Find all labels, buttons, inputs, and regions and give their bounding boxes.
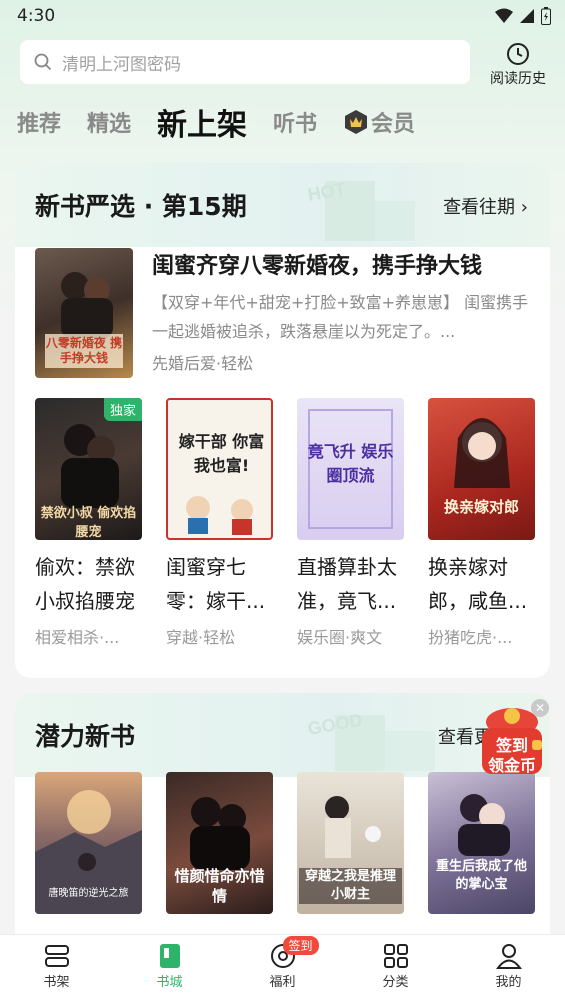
book-item[interactable]: 竟飞升 娱乐圈顶流 直播算卦太准，竟飞... 娱乐圈·爽文 <box>297 398 404 648</box>
battery-icon <box>541 7 551 25</box>
checkin-badge: 签到 <box>282 936 319 955</box>
nav-bookshelf[interactable]: 书架 <box>17 935 97 1004</box>
book-cover: 惜颜惜命亦惜情 <box>166 772 273 914</box>
book-item[interactable]: 重生后我成了他的掌心宝 <box>428 772 535 914</box>
promo-line2: 领金币 <box>487 756 536 775</box>
nav-profile[interactable]: 我的 <box>469 935 549 1004</box>
nav-category[interactable]: 分类 <box>356 935 436 1004</box>
profile-icon <box>495 944 522 969</box>
featured-book-desc: 【双穿+年代+甜宠+打脸+致富+养崽崽】 闺蜜携手一起逃婚被追杀，跌落悬崖以为死… <box>152 293 529 341</box>
bookshelf-icon <box>44 945 69 967</box>
status-bar: 4:30 <box>0 0 565 32</box>
reading-history-label: 阅读历史 <box>490 71 546 87</box>
nav-category-label: 分类 <box>382 975 409 990</box>
book-title: 闺蜜穿七零：嫁干... <box>166 555 266 613</box>
new-books-card: HOT 新书严选 · 第15期 查看往期 › 八零新婚夜 携手挣大钱 闺蜜齐穿八… <box>15 163 550 678</box>
nav-welfare[interactable]: 签到 福利 <box>243 935 323 1004</box>
nav-bookstore-label: 书城 <box>156 975 183 990</box>
cover-title: 惜颜惜命亦惜情 <box>174 867 265 905</box>
search-input[interactable]: 清明上河图密码 <box>20 40 470 84</box>
book-cover: 独家 禁欲小叔 偷欢掐腰宠 <box>35 398 142 540</box>
cover-title: 八零新婚夜 携手挣大钱 <box>45 336 123 365</box>
status-time: 4:30 <box>17 6 56 26</box>
section-title: 新书严选 · 第15期 <box>35 192 247 221</box>
vip-crown-icon <box>345 110 368 134</box>
book-tags: 穿越·轻松 <box>166 628 236 647</box>
featured-book-title: 闺蜜齐穿八零新婚夜，携手挣大钱 <box>152 254 483 279</box>
nav-bookstore[interactable]: 书城 <box>130 935 210 1004</box>
status-icons <box>495 7 551 25</box>
clock-icon <box>507 43 529 65</box>
book-cover: 重生后我成了他的掌心宝 <box>428 772 535 914</box>
category-icon <box>383 944 408 968</box>
bookstore-icon <box>159 944 180 968</box>
view-past-label: 查看往期 <box>443 197 516 218</box>
card-header: GOOD 潜力新书 查看更多 <box>15 693 550 777</box>
view-past-issues-link[interactable]: 查看往期 › <box>443 193 528 219</box>
book-item[interactable]: 穿越之我是推理小财主 <box>297 772 404 914</box>
good-building-decoration: GOOD <box>306 710 435 771</box>
book-grid: 唐晚笛的逆光之旅 惜颜惜命亦惜情 穿越之我是推理小财主 重生后我成了他的掌心宝 <box>35 772 535 914</box>
close-icon: ✕ <box>534 701 546 715</box>
signal-icon <box>520 9 534 23</box>
book-tags: 扮猪吃虎·... <box>428 628 513 647</box>
nav-welfare-label: 福利 <box>269 975 296 990</box>
cover-title: 重生后我成了他的掌心宝 <box>435 859 527 892</box>
book-cover: 嫁干部 你富我也富! <box>166 398 273 540</box>
wifi-icon <box>495 8 513 23</box>
book-tags: 娱乐圈·爽文 <box>297 628 383 647</box>
cover-title: 禁欲小叔 偷欢掐腰宠 <box>40 506 137 540</box>
tab-vip-label: 会员 <box>371 112 416 137</box>
book-item[interactable]: 换亲嫁对郎 换亲嫁对郎，咸鱼... 扮猪吃虎·... <box>428 398 535 648</box>
chevron-right-icon: › <box>520 197 528 218</box>
search-placeholder: 清明上河图密码 <box>62 54 181 75</box>
cover-title: 换亲嫁对郎 <box>443 498 519 516</box>
book-title: 偷欢：禁欲小叔掐腰宠 <box>35 555 135 613</box>
book-item[interactable]: 唐晚笛的逆光之旅 <box>35 772 142 914</box>
featured-book[interactable]: 八零新婚夜 携手挣大钱 闺蜜齐穿八零新婚夜，携手挣大钱 【双穿+年代+甜宠+打脸… <box>35 248 535 378</box>
nav-bookshelf-label: 书架 <box>43 975 70 990</box>
promo-text: 签到 领金币 <box>480 736 544 776</box>
potential-books-card: GOOD 潜力新书 查看更多 唐晚笛的逆光之旅 惜颜惜命亦惜情 穿越之我是推理小… <box>15 693 550 953</box>
book-title: 换亲嫁对郎，咸鱼... <box>428 555 528 613</box>
close-promo-button[interactable]: ✕ <box>531 699 549 717</box>
book-cover: 穿越之我是推理小财主 <box>297 772 404 914</box>
hot-building-decoration: HOT <box>306 179 415 241</box>
card-header: HOT 新书严选 · 第15期 查看往期 › <box>15 163 550 247</box>
search-icon <box>34 53 52 71</box>
book-item[interactable]: 惜颜惜命亦惜情 <box>166 772 273 914</box>
tab-selected[interactable]: 精选 <box>87 106 131 138</box>
tab-new-arrivals[interactable]: 新上架 <box>157 100 247 144</box>
book-item[interactable]: 嫁干部 你富我也富! 闺蜜穿七零：嫁干... 穿越·轻松 <box>166 398 273 648</box>
book-title: 直播算卦太准，竟飞... <box>297 555 397 613</box>
tab-recommend[interactable]: 推荐 <box>17 106 61 138</box>
book-cover: 换亲嫁对郎 <box>428 398 535 540</box>
reading-history-button[interactable]: 阅读历史 <box>482 42 554 88</box>
book-item[interactable]: 独家 禁欲小叔 偷欢掐腰宠 偷欢：禁欲小叔掐腰宠 相爱相杀·... <box>35 398 142 648</box>
book-tags: 相爱相杀·... <box>35 628 120 647</box>
tab-vip[interactable]: 会员 <box>343 106 415 138</box>
cover-title: 穿越之我是推理小财主 <box>299 868 402 904</box>
book-cover: 竟飞升 娱乐圈顶流 <box>297 398 404 540</box>
book-grid: 独家 禁欲小叔 偷欢掐腰宠 偷欢：禁欲小叔掐腰宠 相爱相杀·... 嫁干部 你富… <box>35 398 535 648</box>
bottom-nav: 书架 书城 签到 福利 分类 我的 <box>0 934 565 1004</box>
book-cover: 八零新婚夜 携手挣大钱 <box>35 248 133 378</box>
exclusive-badge: 独家 <box>103 398 142 421</box>
book-cover: 唐晚笛的逆光之旅 <box>35 772 142 914</box>
nav-profile-label: 我的 <box>495 975 522 990</box>
cover-title: 嫁干部 你富我也富! <box>178 432 265 475</box>
top-tabs: 推荐 精选 新上架 听书 会员 <box>17 100 415 144</box>
cover-title: 竟飞升 娱乐圈顶流 <box>307 442 394 485</box>
cover-title: 唐晚笛的逆光之旅 <box>48 888 129 899</box>
section-title: 潜力新书 <box>35 722 136 751</box>
cover-art <box>454 418 510 488</box>
featured-book-tags: 先婚后爱·轻松 <box>152 354 254 373</box>
tab-audiobooks[interactable]: 听书 <box>273 106 317 138</box>
promo-line1: 签到 <box>495 736 528 755</box>
